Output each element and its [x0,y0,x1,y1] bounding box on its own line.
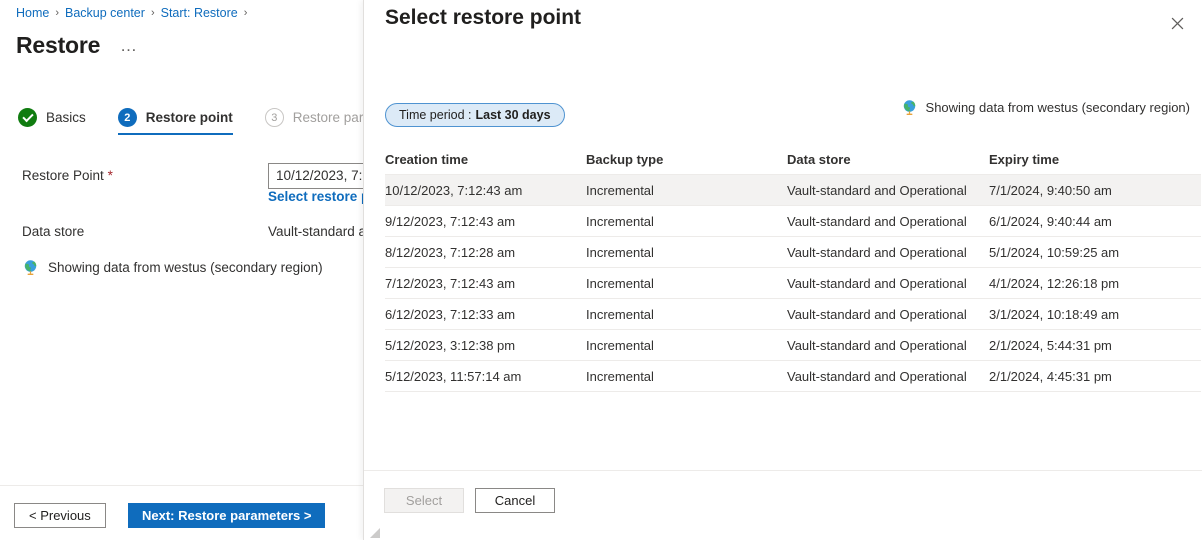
panel-region-note: Showing data from westus (secondary regi… [901,99,1190,116]
wizard-step-restore-point[interactable]: 2 Restore point [102,108,249,135]
restore-point-label: Restore Point * [22,168,113,183]
cell-creation-time: 5/12/2023, 3:12:38 pm [385,338,586,353]
select-restore-point-link[interactable]: Select restore point [268,189,363,204]
table-row[interactable]: 8/12/2023, 7:12:28 amIncrementalVault-st… [385,237,1201,268]
table-body: 10/12/2023, 7:12:43 amIncrementalVault-s… [385,175,1201,392]
column-header-data-store[interactable]: Data store [787,152,989,167]
cell-data-store: Vault-standard and Operational [787,245,989,260]
cell-data-store: Vault-standard and Operational [787,338,989,353]
table-row[interactable]: 7/12/2023, 7:12:43 amIncrementalVault-st… [385,268,1201,299]
cell-data-store: Vault-standard and Operational [787,307,989,322]
breadcrumb-separator-icon: › [55,7,59,19]
cell-backup-type: Incremental [586,245,787,260]
blade-region-note-text: Showing data from westus (secondary regi… [48,260,323,275]
globe-icon [22,259,39,276]
close-icon [1171,17,1184,30]
step-number-badge: 3 [265,108,284,127]
resize-grip-icon[interactable] [370,528,380,538]
wizard-step-basics[interactable]: Basics [18,108,102,135]
data-store-value: Vault-standard and Operational [268,224,363,239]
wizard-step-label: Restore point [146,110,233,125]
cell-expiry-time: 6/1/2024, 9:40:44 am [989,214,1201,229]
wizard-step-label: Restore parameters [293,110,363,125]
column-header-expiry-time[interactable]: Expiry time [989,152,1201,167]
more-options-icon[interactable]: … [120,36,138,56]
column-header-creation-time[interactable]: Creation time [385,152,586,167]
breadcrumb-item-start-restore[interactable]: Start: Restore [161,6,238,20]
cell-creation-time: 6/12/2023, 7:12:33 am [385,307,586,322]
cell-expiry-time: 7/1/2024, 9:40:50 am [989,183,1201,198]
active-step-underline [118,133,233,136]
cell-expiry-time: 2/1/2024, 4:45:31 pm [989,369,1201,384]
cell-creation-time: 7/12/2023, 7:12:43 am [385,276,586,291]
restore-point-label-text: Restore Point [22,168,104,183]
step-number-badge: 2 [118,108,137,127]
page-title: Restore [16,32,100,59]
time-period-value: Last 30 days [475,108,550,122]
table-row[interactable]: 10/12/2023, 7:12:43 amIncrementalVault-s… [385,175,1201,206]
cell-backup-type: Incremental [586,276,787,291]
cancel-button[interactable]: Cancel [475,488,555,513]
time-period-filter-pill[interactable]: Time period : Last 30 days [385,103,565,127]
restore-point-input[interactable]: 10/12/2023, 7:12:43 am [268,163,363,189]
breadcrumb-item-home[interactable]: Home [16,6,49,20]
wizard-steps: Basics 2 Restore point 3 Restore paramet… [18,108,363,135]
blade-footer-divider [0,485,363,486]
cell-expiry-time: 3/1/2024, 10:18:49 am [989,307,1201,322]
table-row[interactable]: 5/12/2023, 3:12:38 pmIncrementalVault-st… [385,330,1201,361]
panel-title: Select restore point [385,6,581,30]
select-button[interactable]: Select [384,488,464,513]
table-header-row: Creation time Backup type Data store Exp… [385,145,1201,175]
breadcrumb-separator-icon: › [244,7,248,19]
table-row[interactable]: 6/12/2023, 7:12:33 amIncrementalVault-st… [385,299,1201,330]
cell-creation-time: 5/12/2023, 11:57:14 am [385,369,586,384]
cell-data-store: Vault-standard and Operational [787,183,989,198]
select-restore-point-panel: Select restore point Time period : Last … [363,0,1202,540]
cell-data-store: Vault-standard and Operational [787,369,989,384]
cell-backup-type: Incremental [586,183,787,198]
panel-footer-actions: Select Cancel [384,488,555,513]
required-asterisk: * [108,168,113,183]
cell-backup-type: Incremental [586,307,787,322]
globe-icon [901,99,918,116]
time-period-prefix: Time period : [399,108,471,122]
app-root: Home › Backup center › Start: Restore › … [0,0,1202,540]
data-store-label: Data store [22,224,84,239]
cell-data-store: Vault-standard and Operational [787,276,989,291]
breadcrumb: Home › Backup center › Start: Restore › [16,6,247,20]
breadcrumb-separator-icon: › [151,7,155,19]
column-header-backup-type[interactable]: Backup type [586,152,787,167]
cell-creation-time: 10/12/2023, 7:12:43 am [385,183,586,198]
cell-data-store: Vault-standard and Operational [787,214,989,229]
cell-backup-type: Incremental [586,214,787,229]
restore-points-table: Creation time Backup type Data store Exp… [385,145,1201,392]
previous-button[interactable]: < Previous [14,503,106,528]
check-circle-icon [18,108,37,127]
close-panel-button[interactable] [1162,8,1192,38]
panel-footer-divider [364,470,1202,471]
cell-expiry-time: 5/1/2024, 10:59:25 am [989,245,1201,260]
wizard-step-label: Basics [46,110,86,125]
restore-blade: Home › Backup center › Start: Restore › … [0,0,363,540]
cell-expiry-time: 2/1/2024, 5:44:31 pm [989,338,1201,353]
cell-backup-type: Incremental [586,369,787,384]
panel-region-note-text: Showing data from westus (secondary regi… [926,100,1190,115]
cell-expiry-time: 4/1/2024, 12:26:18 pm [989,276,1201,291]
cell-creation-time: 8/12/2023, 7:12:28 am [385,245,586,260]
table-row[interactable]: 5/12/2023, 11:57:14 amIncrementalVault-s… [385,361,1201,392]
wizard-step-restore-parameters[interactable]: 3 Restore parameters [249,108,363,135]
blade-region-note: Showing data from westus (secondary regi… [22,259,323,276]
cell-backup-type: Incremental [586,338,787,353]
breadcrumb-item-backup-center[interactable]: Backup center [65,6,145,20]
table-row[interactable]: 9/12/2023, 7:12:43 amIncrementalVault-st… [385,206,1201,237]
cell-creation-time: 9/12/2023, 7:12:43 am [385,214,586,229]
next-restore-parameters-button[interactable]: Next: Restore parameters > [128,503,325,528]
